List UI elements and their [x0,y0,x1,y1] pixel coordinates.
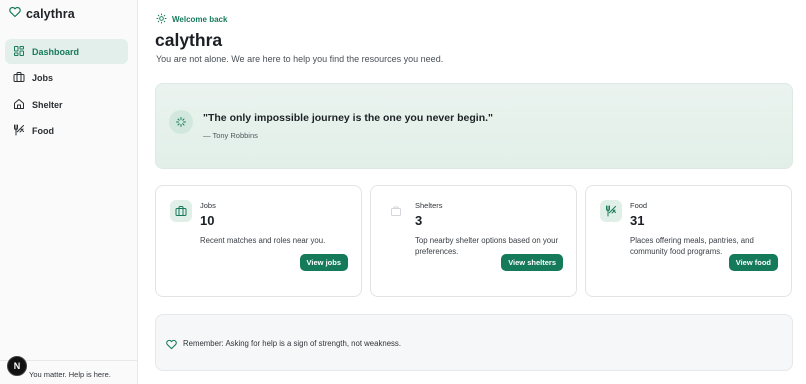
heart-icon [166,337,177,355]
reminder-text: Remember: Asking for help is a sign of s… [183,339,401,348]
main-content: Welcome back calythra You are not alone.… [139,0,806,384]
jobs-card: Jobs 10 Recent matches and roles near yo… [155,185,362,297]
welcome-banner: Welcome back [156,13,227,26]
sidebar-item-jobs[interactable]: Jobs [5,66,128,91]
welcome-text: Welcome back [172,15,228,24]
card-count: 3 [415,213,423,228]
sidebar-item-label: Shelter [32,99,63,110]
card-count: 31 [630,213,645,228]
sparkles-icon [169,110,193,134]
sun-icon [156,13,167,26]
view-jobs-button[interactable]: View jobs [299,254,348,271]
sidebar-item-label: Food [32,126,54,136]
briefcase-icon [13,71,25,85]
view-food-button[interactable]: View food [728,254,778,271]
quote-card: "The only impossible journey is the one … [155,83,793,169]
utensils-icon [600,200,622,222]
sidebar-item-label: Dashboard [32,46,80,57]
reminder-card: Remember: Asking for help is a sign of s… [155,314,793,371]
card-count: 10 [200,213,215,228]
page-title: calythra [155,30,223,50]
utensils-icon [13,124,25,138]
page-subtitle: You are not alone. We are here to help y… [156,54,444,64]
food-card: Food 31 Places offering meals, pantries,… [585,185,792,297]
heart-logo-icon [9,5,21,23]
sidebar-item-shelter[interactable]: Shelter [5,92,128,117]
sidebar: calythra Dashboard Jobs Shelter Food You… [0,0,138,384]
quote-author: — Tony Robbins [203,131,258,140]
sidebar-item-food[interactable]: Food [5,119,128,144]
brand[interactable]: calythra [9,5,75,23]
dashboard-icon [13,45,25,59]
sidebar-item-dashboard[interactable]: Dashboard [5,39,128,64]
dev-tools-badge[interactable]: N [7,356,27,376]
sidebar-nav: Dashboard Jobs Shelter Food [5,39,128,145]
briefcase-icon [170,200,192,222]
card-description: Recent matches and roles near you. [200,236,326,245]
sidebar-item-label: Jobs [32,73,54,83]
home-icon [13,98,25,112]
shelter-icon [385,200,407,222]
footer-text: You matter. Help is here. [29,370,111,379]
view-shelters-button[interactable]: View shelters [501,254,563,271]
card-label: Jobs [200,201,216,210]
card-label: Food [630,201,648,210]
brand-name: calythra [26,7,75,21]
quote-text: "The only impossible journey is the one … [203,112,494,124]
card-label: Shelters [415,201,443,210]
shelters-card: Shelters 3 Top nearby shelter options ba… [370,185,577,297]
